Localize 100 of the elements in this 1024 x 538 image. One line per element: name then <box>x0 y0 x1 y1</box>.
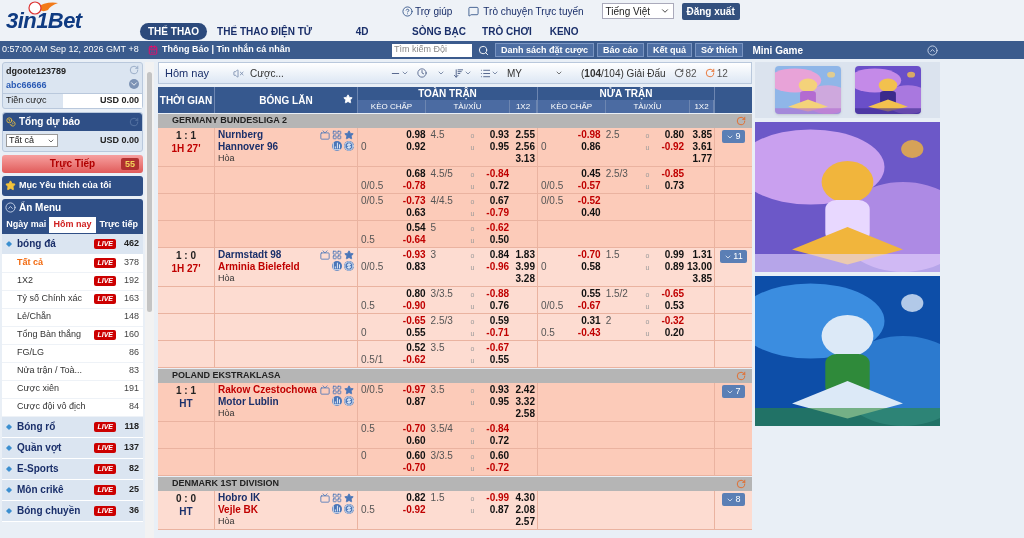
chart-icon[interactable] <box>332 141 342 151</box>
odds-type-select[interactable]: MY <box>507 65 563 81</box>
handicap-odds[interactable]: -0.62 <box>402 354 426 365</box>
logo[interactable]: 3in1Bet <box>6 4 82 37</box>
total-odds[interactable]: 0.53 <box>664 300 685 311</box>
nav-tab[interactable]: 4D <box>322 23 403 40</box>
1x2-odds[interactable]: 2.42 <box>515 384 535 395</box>
1x2-odds[interactable]: 1.83 <box>515 249 535 260</box>
team-name[interactable]: Arminia Bielefeld <box>218 261 320 273</box>
caret-icon[interactable] <box>491 69 499 77</box>
dollar-icon[interactable] <box>344 141 354 151</box>
total-odds[interactable]: -0.85 <box>661 168 685 179</box>
total-odds[interactable]: -0.65 <box>661 288 685 299</box>
handicap-odds[interactable]: -0.90 <box>402 300 426 311</box>
1x2-odds[interactable]: 3.85 <box>692 273 712 284</box>
1x2-odds[interactable]: 3.28 <box>515 273 535 284</box>
total-odds[interactable]: 0.72 <box>489 180 510 191</box>
total-odds[interactable]: -0.72 <box>486 462 510 473</box>
handicap-odds[interactable]: 0.58 <box>581 261 601 272</box>
league-header[interactable]: DENMARK 1ST DIVISION <box>158 477 752 491</box>
1x2-odds[interactable]: 2.08 <box>515 504 535 515</box>
chart-icon[interactable] <box>332 261 342 271</box>
bet-filter[interactable]: Cược... <box>250 65 390 81</box>
total-odds[interactable]: 0.73 <box>664 180 685 191</box>
day-tab[interactable]: Ngày mai <box>3 216 50 233</box>
handicap-odds[interactable]: 0.40 <box>581 207 601 218</box>
team-name[interactable]: Rakow Czestochowa <box>218 384 320 396</box>
team-name[interactable]: Darmstadt 98 <box>218 249 320 261</box>
total-odds[interactable]: -0.71 <box>486 327 510 338</box>
total-odds[interactable]: -0.62 <box>486 222 510 233</box>
menu-button[interactable]: Danh sách đặt cược <box>495 43 594 57</box>
caret-icon[interactable] <box>464 69 472 77</box>
total-odds[interactable]: -0.88 <box>486 288 510 299</box>
nav-tab[interactable]: THỂ THAO <box>140 23 208 40</box>
handicap-odds[interactable]: 0.55 <box>406 327 426 338</box>
nav-tab[interactable]: TRÒ CHƠI <box>474 23 540 40</box>
total-odds[interactable]: -0.96 <box>486 261 510 272</box>
chart-icon[interactable] <box>332 504 342 514</box>
logout-button[interactable]: Đăng xuất <box>681 2 740 20</box>
handicap-odds[interactable]: 0.92 <box>406 141 426 152</box>
handicap-odds[interactable]: -0.43 <box>577 327 601 338</box>
total-odds[interactable]: 0.84 <box>489 249 510 260</box>
search-icon[interactable] <box>478 44 489 56</box>
total-odds[interactable]: -0.99 <box>486 492 510 503</box>
handicap-odds[interactable]: -0.64 <box>402 234 426 245</box>
favorites-button[interactable]: Mục Yêu thích của tôi <box>2 175 143 196</box>
mute-icon[interactable] <box>233 67 244 79</box>
handicap-odds[interactable]: 0.54 <box>406 222 426 233</box>
league-header[interactable]: GERMANY BUNDESLIGA 2 <box>158 114 752 128</box>
handicap-odds[interactable]: 0.98 <box>406 129 426 140</box>
handicap-odds[interactable]: -0.73 <box>402 195 426 206</box>
1x2-odds[interactable]: 3.61 <box>692 141 712 152</box>
total-odds[interactable]: -0.67 <box>486 342 510 353</box>
filter-select[interactable]: Tất cả <box>6 134 58 147</box>
handicap-odds[interactable]: -0.97 <box>402 384 426 395</box>
total-odds[interactable]: -0.32 <box>661 315 685 326</box>
1x2-odds[interactable]: 1.31 <box>692 249 712 260</box>
total-odds[interactable]: 0.60 <box>489 450 510 461</box>
handicap-odds[interactable]: -0.78 <box>402 180 426 191</box>
tv-icon[interactable] <box>320 130 330 140</box>
total-odds[interactable]: 0.59 <box>489 315 510 326</box>
list-icon[interactable] <box>480 67 491 79</box>
handicap-odds[interactable]: -0.65 <box>402 315 426 326</box>
grid-icon[interactable] <box>332 250 342 260</box>
chat-link[interactable]: Trò chuyện Trực tuyến <box>483 3 584 19</box>
dollar-icon[interactable] <box>344 261 354 271</box>
refresh-icon[interactable] <box>704 68 715 78</box>
total-odds[interactable]: -0.84 <box>486 168 510 179</box>
total-odds[interactable]: -0.79 <box>486 207 510 218</box>
star-icon[interactable] <box>344 385 354 395</box>
tv-icon[interactable] <box>320 493 330 503</box>
total-odds[interactable]: 0.89 <box>664 261 685 272</box>
dollar-icon[interactable] <box>344 504 354 514</box>
handicap-odds[interactable]: 0.86 <box>581 141 601 152</box>
handicap-odds[interactable]: 0.60 <box>406 435 426 446</box>
1x2-odds[interactable]: 2.55 <box>515 129 535 140</box>
more-bets-button[interactable]: 11 <box>720 250 747 263</box>
menu-button[interactable]: Sở thích <box>695 43 744 57</box>
handicap-odds[interactable]: 0.82 <box>406 492 426 503</box>
handicap-odds[interactable]: 0.80 <box>406 288 426 299</box>
sort-icon[interactable] <box>453 67 464 79</box>
handicap-odds[interactable]: -0.70 <box>577 249 601 260</box>
team-name[interactable]: Motor Lublin <box>218 396 320 408</box>
1x2-odds[interactable]: 3.32 <box>515 396 535 407</box>
total-odds[interactable]: 0.55 <box>489 354 510 365</box>
more-bets-button[interactable]: 9 <box>722 130 745 143</box>
handicap-odds[interactable]: 0.55 <box>581 288 601 299</box>
1x2-odds[interactable]: 3.13 <box>515 153 535 164</box>
star-icon[interactable] <box>344 250 354 260</box>
handicap-odds[interactable]: 0.31 <box>581 315 601 326</box>
clock-icon[interactable] <box>417 68 427 78</box>
chat-icon[interactable] <box>468 5 480 17</box>
menu-button[interactable]: Báo cáo <box>596 43 644 57</box>
handicap-odds[interactable]: -0.93 <box>402 249 426 260</box>
grid-icon[interactable] <box>332 493 342 503</box>
total-odds[interactable]: -0.92 <box>661 141 685 152</box>
total-odds[interactable]: 0.93 <box>489 384 510 395</box>
refresh-icon[interactable] <box>673 68 684 78</box>
handicap-odds[interactable]: -0.98 <box>577 129 601 140</box>
team-name[interactable]: Nurnberg <box>218 129 320 141</box>
